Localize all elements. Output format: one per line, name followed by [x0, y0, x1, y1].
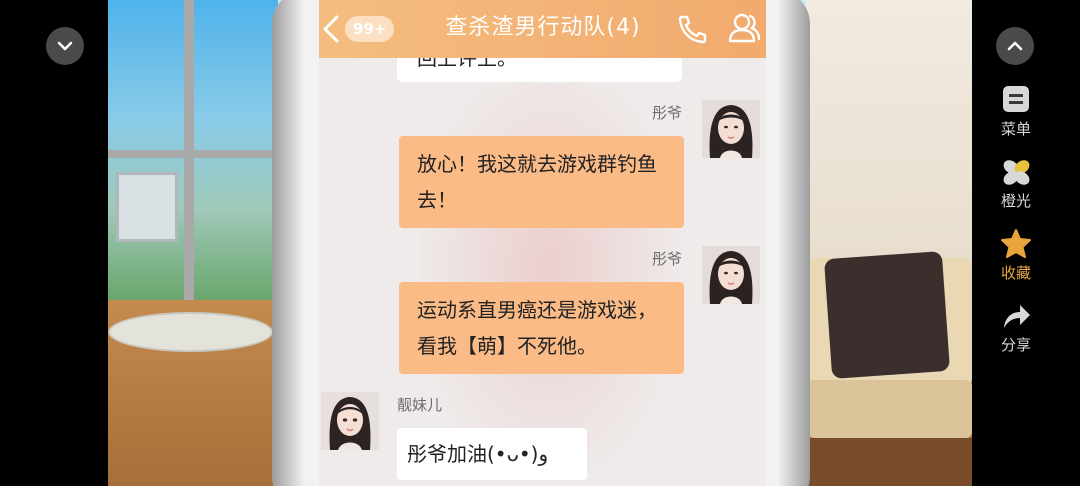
chat-background-art [419, 60, 679, 480]
message-bubble-self: 放心！我这就去游戏群钓鱼 去！ [399, 136, 684, 228]
avatar[interactable] [321, 392, 379, 450]
window-frame [108, 150, 278, 158]
chevron-down-icon [57, 41, 73, 51]
tv-decoration [116, 172, 178, 242]
message-text-line: 看我【萌】不死他。 [417, 334, 597, 358]
share-icon [1004, 305, 1030, 328]
share-label: 分享 [1000, 336, 1031, 354]
collapse-button[interactable] [46, 27, 84, 65]
orange-light-icon [1003, 160, 1030, 185]
unread-badge: 99+ [345, 16, 395, 42]
back-button[interactable]: 99+ [319, 12, 409, 46]
sender-name: 靓妹儿 [397, 396, 443, 414]
orange-light-button[interactable]: 橙光 [990, 156, 1042, 228]
chevron-up-icon [1007, 41, 1023, 51]
sofa-seat [808, 380, 972, 438]
menu-button[interactable]: 菜单 [990, 84, 1042, 156]
back-arrow-icon [323, 15, 339, 43]
avatar[interactable] [702, 246, 760, 304]
female-avatar-image [321, 392, 379, 450]
message-bubble-other: 彤爷加油(•ᴗ•)و [397, 428, 587, 480]
favorite-button[interactable]: 收藏 [990, 228, 1042, 300]
sender-name: 彤爷 [652, 104, 683, 122]
sender-name: 彤爷 [652, 250, 683, 268]
female-avatar-image [702, 100, 760, 158]
chat-title: 查杀渣男行动队(4) [445, 15, 641, 40]
left-letterbox [0, 0, 108, 486]
message-text-line: 去！ [417, 188, 457, 212]
side-table [808, 438, 972, 486]
menu-label: 菜单 [1000, 120, 1031, 138]
female-avatar-image [702, 246, 760, 304]
message-text-line: 运动系直男癌还是游戏迷， [417, 298, 657, 322]
message-text-line: 放心！我这就去游戏群钓鱼 [417, 152, 657, 176]
share-button[interactable]: 分享 [990, 300, 1042, 372]
chat-title-bar: 99+ 查杀渣男行动队(4) [319, 0, 766, 58]
menu-icon [1003, 86, 1029, 112]
chat-screen: 回上评上。 99+ 查杀渣男行动队(4) 彤爷 放心！我这就去游戏群钓鱼 去！ … [319, 0, 766, 486]
favorite-label: 收藏 [1000, 264, 1031, 282]
orange-light-label: 橙光 [1000, 192, 1031, 210]
group-members-icon[interactable] [727, 12, 761, 44]
table-decoration [108, 312, 273, 352]
star-icon [1001, 229, 1031, 258]
side-menu: 菜单 橙光 收藏 分享 [990, 84, 1042, 372]
pillow-decoration [823, 251, 951, 379]
avatar[interactable] [702, 100, 760, 158]
message-text-line: 彤爷加油(•ᴗ•)و [407, 442, 549, 466]
phone-call-icon[interactable] [675, 14, 709, 44]
message-bubble-self: 运动系直男癌还是游戏迷， 看我【萌】不死他。 [399, 282, 684, 374]
expand-button[interactable] [996, 27, 1034, 65]
